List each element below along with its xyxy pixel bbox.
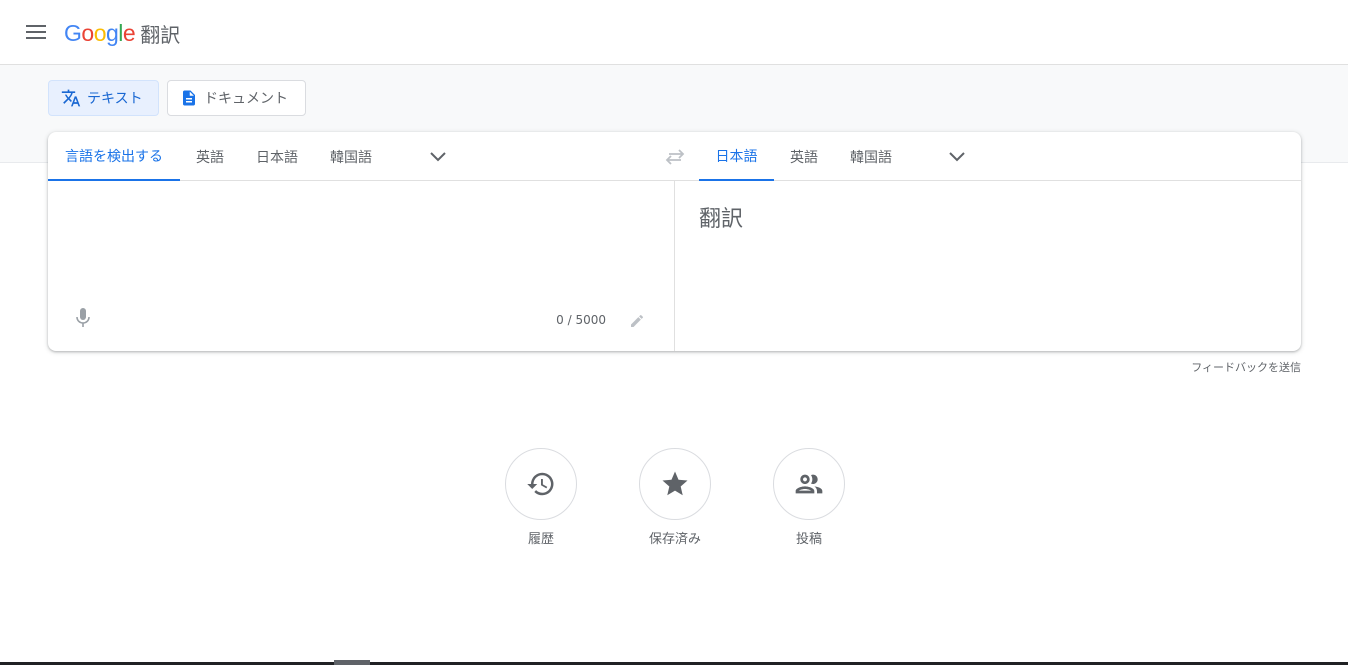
source-more-languages-button[interactable] bbox=[425, 144, 451, 170]
text-mode-label: テキスト bbox=[87, 91, 143, 107]
saved-button[interactable]: 保存済み bbox=[625, 448, 725, 547]
voice-input-button[interactable] bbox=[71, 306, 95, 330]
saved-label: 保存済み bbox=[648, 532, 701, 547]
saved-circle bbox=[639, 448, 711, 520]
history-icon bbox=[527, 472, 554, 496]
google-translate-logo[interactable]: Google 翻訳 bbox=[64, 18, 180, 48]
source-tab-english[interactable]: 英語 bbox=[188, 132, 232, 181]
target-tab-english[interactable]: 英語 bbox=[782, 132, 826, 181]
text-mode-button[interactable]: テキスト bbox=[48, 80, 159, 116]
language-bar: 言語を検出する 英語 日本語 韓国語 日本語 英語 韓国語 bbox=[48, 132, 1301, 181]
target-tab-japanese[interactable]: 日本語 bbox=[699, 132, 774, 181]
google-wordmark: Google bbox=[64, 19, 136, 46]
translation-output: 翻訳 bbox=[699, 207, 744, 232]
product-name: 翻訳 bbox=[140, 22, 181, 47]
swap-icon bbox=[665, 149, 685, 165]
swap-languages-button[interactable] bbox=[662, 144, 688, 170]
document-icon bbox=[180, 88, 198, 108]
target-tab-korean[interactable]: 韓国語 bbox=[842, 132, 900, 181]
history-button[interactable]: 履歴 bbox=[491, 448, 591, 547]
people-icon bbox=[795, 474, 823, 494]
hamburger-icon bbox=[26, 25, 46, 39]
main-menu-button[interactable] bbox=[22, 18, 50, 46]
top-bar: Google 翻訳 bbox=[0, 0, 1348, 65]
character-count: 0 / 5000 bbox=[556, 313, 606, 327]
pencil-icon bbox=[631, 314, 644, 327]
history-label: 履歴 bbox=[527, 532, 554, 547]
contribute-button[interactable]: 投稿 bbox=[759, 448, 859, 547]
document-mode-button[interactable]: ドキュメント bbox=[167, 80, 306, 116]
contribute-label: 投稿 bbox=[795, 532, 822, 547]
target-more-languages-button[interactable] bbox=[944, 144, 970, 170]
source-tab-japanese[interactable]: 日本語 bbox=[248, 132, 306, 181]
bottom-edge-tab bbox=[334, 660, 370, 665]
panel-divider bbox=[674, 181, 675, 351]
send-feedback-link[interactable]: フィードバックを送信 bbox=[1191, 359, 1301, 375]
source-tab-detect[interactable]: 言語を検出する bbox=[48, 132, 180, 181]
source-tab-korean[interactable]: 韓国語 bbox=[322, 132, 380, 181]
translate-icon bbox=[61, 88, 81, 108]
history-circle bbox=[505, 448, 577, 520]
chevron-down-icon bbox=[430, 152, 446, 162]
translation-card: 言語を検出する 英語 日本語 韓国語 日本語 英語 韓国語 0 / 5000 翻… bbox=[48, 132, 1301, 351]
handwriting-input-button[interactable] bbox=[625, 309, 649, 333]
star-icon bbox=[662, 471, 688, 496]
contribute-circle bbox=[773, 448, 845, 520]
chevron-down-icon bbox=[949, 152, 965, 162]
microphone-icon bbox=[76, 308, 90, 327]
document-mode-label: ドキュメント bbox=[204, 91, 288, 107]
source-text-input[interactable] bbox=[64, 194, 654, 294]
